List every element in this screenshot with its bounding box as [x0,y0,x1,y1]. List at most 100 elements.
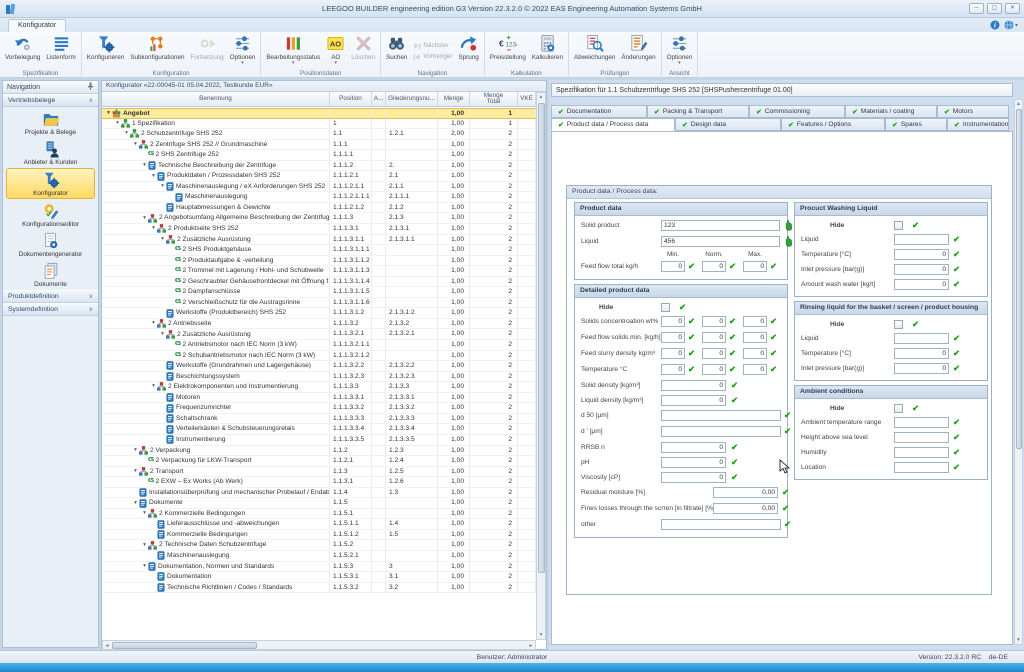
tree-row[interactable]: ▾Produktdaten / Prozessdaten SHS 2521.1.… [102,171,536,182]
hide-checkbox[interactable] [894,221,903,230]
tree-row[interactable]: €$2 Schubantriebsmotor nach IEC Norm (3 … [102,351,536,362]
ribbon-button-suchen[interactable]: Suchen [383,33,410,69]
tree-row[interactable]: ▾Dokumentation, Normen und Standards1.1.… [102,562,536,573]
tree-row[interactable]: Lieferausschlüsse und -abweichungen1.1.5… [102,519,536,530]
sidebar-item-dokumentengenerator[interactable]: Dokumentengenerator [6,230,95,259]
form-input[interactable] [661,457,726,468]
form-input[interactable] [661,236,780,247]
tree-row[interactable]: ▾2 Kommerzielle Bedingungen1.1.5.11,002 [102,509,536,520]
form-input[interactable] [702,316,726,327]
form-input[interactable] [661,380,726,391]
tree-row[interactable]: €$2 Verschleißschutz für die Austragsrin… [102,298,536,309]
tree-vertical-scrollbar[interactable]: ▲ ▼ [536,92,546,640]
form-input[interactable] [743,261,767,272]
spec-tab-commissioning[interactable]: ✔Commissioning [749,105,845,118]
sidebar-item-anbieter-kunden[interactable]: Anbieter & Kunden [6,138,95,167]
sidebar-section-produktdefinition[interactable]: Produktdefinition∨ [3,290,98,303]
ribbon-button-bearbeitungsstatus[interactable]: Bearbeitungsstatus▾ [263,33,323,69]
tree-row[interactable]: ▾Angebot1,001 [102,108,536,119]
scroll-down-arrow[interactable]: ▼ [537,632,545,638]
info-icon[interactable]: i [990,20,1000,32]
spec-tab-design-data[interactable]: ✔Design data [675,118,781,131]
panel-scroll-down-arrow[interactable]: ▼ [1015,637,1022,643]
form-input[interactable] [661,348,685,359]
form-input[interactable] [894,363,949,374]
scroll-up-arrow[interactable]: ▲ [537,94,545,100]
spec-tab-product-data-process-data[interactable]: ✔Product data / Process data [551,118,675,131]
sidebar-item-konfigurationseditor[interactable]: Konfigurationseditor [6,200,95,229]
expander-icon[interactable]: ▾ [141,541,148,550]
tree-row[interactable]: ▾2 Elektrokomponenten und Instrumentieru… [102,382,536,393]
form-input[interactable] [894,348,949,359]
form-input[interactable] [894,432,949,443]
form-input[interactable] [661,472,726,483]
column-header-benennung[interactable]: Benennung [102,92,330,106]
sidebar-item-konfigurator[interactable]: Konfigurator [6,168,95,199]
expander-icon[interactable]: ▾ [150,172,157,181]
expander-icon[interactable]: ▾ [150,319,157,328]
column-header-vke[interactable]: VKE [518,92,536,106]
form-input[interactable] [661,410,781,421]
pin-icon[interactable] [87,82,94,92]
tree-row[interactable]: ▾2 Angebotsumfang Allgemeine Beschreibun… [102,213,536,224]
form-input[interactable] [702,332,726,343]
expander-icon[interactable]: ▾ [132,140,139,149]
form-input[interactable] [702,261,726,272]
expander-icon[interactable]: ▾ [150,224,157,233]
hide-checkbox[interactable] [661,303,670,312]
form-input[interactable] [894,417,949,428]
ribbon-button-preisstellung[interactable]: €1234+−Preisstellung [487,33,529,69]
sidebar-item-projekte-belege[interactable]: Projekte & Belege [6,108,95,137]
column-header-gliederung[interactable]: Gliederungsnu... [386,92,438,106]
form-input[interactable] [661,332,685,343]
tree-row[interactable]: ▾2 Schubzentrifuge SHS 2521.11.2.12,002 [102,129,536,140]
tree-horizontal-scrollbar[interactable]: ◄ ► [102,640,536,650]
form-input[interactable] [661,426,781,437]
ribbon-button-kalkulieren[interactable]: Kalkulieren [529,33,566,69]
tree-row[interactable]: €$2 SHS Zentrifuge 2521.1.1.11,002 [102,150,536,161]
form-input[interactable] [661,395,726,406]
tree-row[interactable]: ▾2 Zusätzliche Ausrüstung1.1.1.3.2.12.1.… [102,329,536,340]
column-header-menge[interactable]: Menge [438,92,470,106]
expander-icon[interactable]: ▾ [141,562,148,571]
ribbon-button-subkonfigurationen[interactable]: Subkonfigurationen [127,33,187,69]
form-input[interactable] [702,364,726,375]
expander-icon[interactable]: ▾ [159,330,166,339]
ribbon-tab-konfigurator[interactable]: Konfigurator [8,19,66,32]
close-button[interactable]: ✕ [1005,3,1020,14]
tree-row[interactable]: Motoren1.1.1.3.3.12.1.3.3.11,002 [102,393,536,404]
form-input[interactable] [743,332,767,343]
tree-row[interactable]: €$2 Antriebsmotor nach IEC Norm (3 kW)1.… [102,340,536,351]
tree-row[interactable]: €$2 Geschraubter Gehäusefrontdeckel mit … [102,277,536,288]
ribbon-button-abweichungen[interactable]: Abweichungen [571,33,618,69]
spec-tab-instrumentation[interactable]: ✔Instrumentation [947,118,1009,131]
expander-icon[interactable]: ▾ [159,235,166,244]
tree-row[interactable]: Werkstoffe (Grundrahmen und Lagergehäuse… [102,361,536,372]
tree-row[interactable]: ▾2 Antriebsseite1.1.1.3.22.1.3.21,002 [102,319,536,330]
tree-row[interactable]: ▾2 Verpackung1.1.21.2.31,002 [102,446,536,457]
spec-tab-spares[interactable]: ✔Spares [885,118,947,131]
help-globe-icon[interactable] [1004,20,1018,32]
tree-row[interactable]: €$2 EXW – Ex Works (Ab Werk)1.1.3.11.2.6… [102,477,536,488]
tree-row[interactable]: Kommerzielle Bedingungen1.1.5.1.21.51,00… [102,530,536,541]
hide-checkbox[interactable] [894,404,903,413]
ribbon-button-konfigurieren[interactable]: Konfigurieren [84,33,127,69]
tree-row[interactable]: Schaltschrank1.1.1.3.3.32.1.3.3.31,002 [102,414,536,425]
tree-row[interactable]: ▾2 Produktseite SHS 2521.1.1.3.12.1.3.11… [102,224,536,235]
form-input[interactable] [661,442,726,453]
form-input[interactable] [894,234,949,245]
spec-tab-documentation[interactable]: ✔Documentation [551,105,647,118]
column-header-menge-total[interactable]: Menge Total [470,92,518,106]
tree-row[interactable]: Maschinenauslegung1.1.1.2.1.1.12.1.1.11,… [102,192,536,203]
form-input[interactable] [743,316,767,327]
tree-row[interactable]: €$2 Dampfanschlüsse1.1.1.3.1.1.51,002 [102,287,536,298]
spec-tab-packing-transport[interactable]: ✔Packing & Transport [647,105,749,118]
tree-row[interactable]: Installationsüberprüfung und mechanische… [102,488,536,499]
hide-checkbox[interactable] [894,320,903,329]
tree-row[interactable]: ▾1 Spezifikation11,001 [102,119,536,130]
expander-icon[interactable]: ▾ [159,182,166,191]
form-input[interactable] [894,447,949,458]
expander-icon[interactable]: ▾ [150,382,157,391]
panel-vertical-scrollbar[interactable]: ▲ ▼ [1014,99,1023,645]
tree-row[interactable]: ▾Dokumente1.1.51,002 [102,498,536,509]
